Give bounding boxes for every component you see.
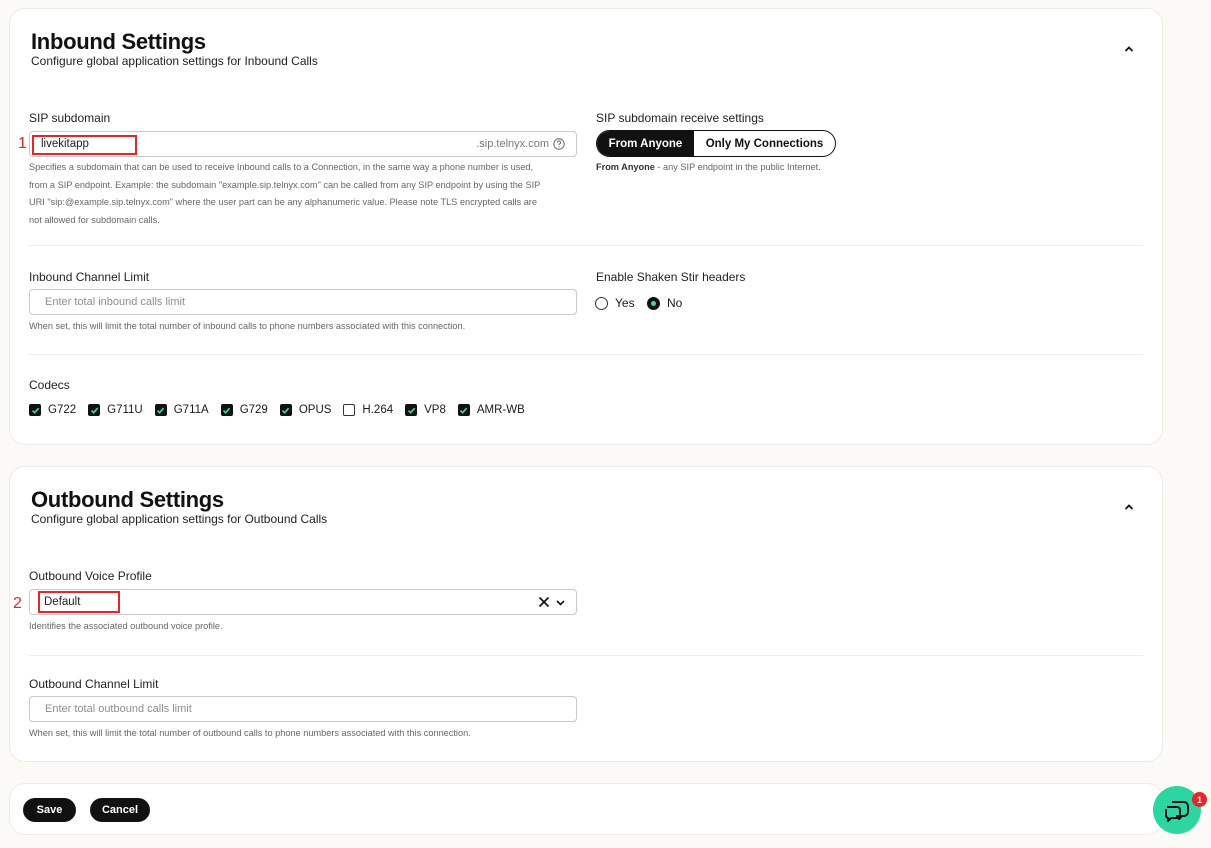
inbound-channel-limit-label: Inbound Channel Limit — [29, 270, 150, 284]
divider — [29, 655, 1143, 656]
annotation-highlight-2 — [38, 591, 120, 613]
form-footer: Save Cancel — [9, 783, 1163, 835]
clear-x-icon[interactable] — [537, 595, 551, 609]
checkbox-checked-icon[interactable] — [279, 404, 292, 416]
receive-settings-toggle: From Anyone Only My Connections — [596, 130, 836, 157]
outbound-channel-limit-input[interactable]: Enter total outbound calls limit — [29, 696, 577, 722]
codec-checkbox[interactable]: VP8 — [405, 404, 446, 416]
codec-checkbox[interactable]: H.264 — [343, 404, 393, 416]
notification-badge: 1 — [1192, 792, 1207, 807]
save-button[interactable]: Save — [23, 798, 76, 822]
receive-help-bold: From Anyone — [596, 162, 655, 172]
codec-checkbox[interactable]: G711A — [154, 404, 209, 416]
inbound-channel-limit-help: When set, this will limit the total numb… — [29, 321, 466, 331]
radio-no-circle[interactable] — [647, 296, 660, 310]
codec-checkbox[interactable]: G729 — [220, 404, 268, 416]
codec-label: OPUS — [298, 404, 332, 416]
radio-no-label: No — [667, 296, 683, 310]
codec-checkbox[interactable]: AMR-WB — [457, 404, 525, 416]
codec-label: H.264 — [362, 404, 394, 416]
receive-settings-help: From Anyone - any SIP endpoint in the pu… — [596, 159, 821, 177]
shaken-stir-label: Enable Shaken Stir headers — [596, 270, 746, 284]
chevron-down-icon[interactable] — [555, 597, 566, 608]
checkbox-unchecked-icon[interactable] — [343, 404, 356, 416]
outbound-channel-limit-label: Outbound Channel Limit — [29, 677, 159, 691]
codec-label: G729 — [239, 404, 268, 416]
inbound-channel-limit-placeholder: Enter total inbound calls limit — [45, 296, 186, 308]
inbound-subtitle: Configure global application settings fo… — [31, 54, 318, 68]
divider — [29, 354, 1143, 355]
checkbox-checked-icon[interactable] — [29, 404, 41, 416]
outbound-settings-card: Outbound Settings Configure global appli… — [9, 466, 1163, 762]
inbound-title: Inbound Settings — [31, 29, 206, 54]
outbound-voice-profile-label: Outbound Voice Profile — [29, 569, 152, 583]
checkbox-checked-icon[interactable] — [88, 404, 101, 416]
codec-checkbox[interactable]: OPUS — [279, 404, 332, 416]
chat-support-icon — [1165, 801, 1189, 822]
outbound-channel-limit-placeholder: Enter total outbound calls limit — [45, 703, 192, 715]
radio-yes-label: Yes — [615, 296, 635, 310]
radio-yes-circle[interactable] — [595, 296, 608, 310]
outbound-voice-profile-help: Identifies the associated outbound voice… — [29, 621, 223, 631]
codec-label: AMR-WB — [476, 404, 525, 416]
sip-subdomain-label: SIP subdomain — [29, 111, 111, 125]
inbound-settings-card: Inbound Settings Configure global applic… — [9, 8, 1163, 445]
annotation-highlight-1 — [32, 135, 137, 155]
checkbox-checked-icon[interactable] — [457, 404, 470, 416]
option-from-anyone[interactable]: From Anyone — [597, 131, 694, 156]
inbound-channel-limit-input[interactable]: Enter total inbound calls limit — [29, 289, 577, 315]
checkbox-checked-icon[interactable] — [220, 404, 233, 416]
cancel-button[interactable]: Cancel — [90, 798, 150, 822]
select-controls — [537, 595, 566, 609]
annotation-marker-1: 1 — [18, 135, 27, 152]
codecs-label: Codecs — [29, 378, 70, 392]
annotation-marker-2: 2 — [13, 595, 22, 612]
receive-help-text: - any SIP endpoint in the public Interne… — [654, 162, 821, 172]
receive-settings-label: SIP subdomain receive settings — [596, 111, 764, 125]
radio-no[interactable]: No — [647, 296, 682, 310]
sip-domain-suffix: .sip.telnyx.com — [476, 138, 549, 150]
sip-subdomain-help: Specifies a subdomain that can be used t… — [29, 162, 541, 225]
outbound-channel-limit-help: When set, this will limit the total numb… — [29, 728, 471, 738]
codec-checkbox[interactable]: G722 — [29, 404, 76, 416]
option-only-my-connections[interactable]: Only My Connections — [694, 131, 835, 156]
outbound-title: Outbound Settings — [31, 487, 224, 512]
outbound-subtitle: Configure global application settings fo… — [31, 512, 328, 526]
chevron-up-icon[interactable] — [1122, 500, 1136, 514]
checkbox-checked-icon[interactable] — [154, 404, 167, 416]
codec-checkbox[interactable]: G711U — [88, 404, 143, 416]
codec-label: G711A — [173, 404, 209, 416]
codecs-list: G722 G711U G711A G729 OPUS H.264 VP8 AMR-WB — [29, 404, 537, 416]
codec-label: G722 — [48, 404, 77, 416]
help-circle-icon[interactable] — [553, 138, 565, 150]
checkbox-checked-icon[interactable] — [405, 404, 418, 416]
radio-yes[interactable]: Yes — [595, 296, 635, 310]
chevron-up-icon[interactable] — [1122, 42, 1136, 56]
divider — [29, 245, 1143, 246]
codec-label: G711U — [107, 404, 143, 416]
codec-label: VP8 — [424, 404, 446, 416]
